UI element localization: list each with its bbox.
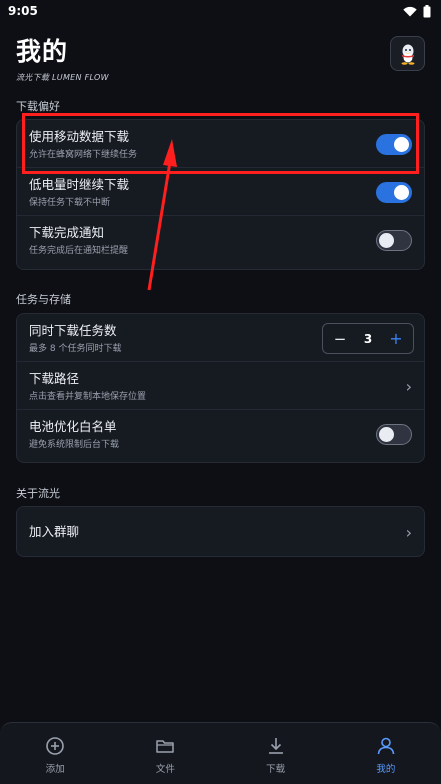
setting-title: 低电量时继续下载 [29, 177, 130, 192]
nav-label: 下载 [266, 764, 286, 775]
page-header: 我的 流光下载 LUMEN FLOW [16, 36, 425, 88]
setting-row-mobile-data[interactable]: 使用移动数据下载 允许在蜂窝网络下继续任务 [17, 120, 424, 168]
setting-row-low-battery[interactable]: 低电量时继续下载 保持任务下载不中断 [17, 168, 424, 216]
setting-title: 电池优化白名单 [29, 419, 117, 434]
nav-item-mine[interactable]: 我的 [331, 723, 441, 784]
setting-title: 下载完成通知 [29, 225, 105, 240]
wifi-icon [403, 6, 417, 16]
toggle-knob [394, 185, 409, 200]
nav-label: 添加 [45, 764, 65, 775]
plus-circle-icon [46, 737, 64, 755]
section-title-tasks-storage: 任务与存储 [16, 293, 71, 306]
setting-title: 加入群聊 [29, 524, 80, 539]
complete-notice-toggle[interactable] [376, 230, 412, 251]
setting-title: 使用移动数据下载 [29, 129, 130, 144]
section-title-about: 关于流光 [16, 487, 60, 500]
decrement-button[interactable]: − [333, 330, 347, 348]
toggle-knob [379, 233, 394, 248]
about-card: 加入群聊 › [16, 506, 425, 557]
section-title-download-prefs: 下载偏好 [16, 100, 60, 113]
download-icon [268, 738, 283, 754]
nav-item-add[interactable]: 添加 [0, 723, 110, 784]
page-subtitle: 流光下载 LUMEN FLOW [16, 73, 109, 82]
increment-button[interactable]: + [389, 329, 403, 348]
tasks-storage-card: 同时下载任务数 最多 8 个任务同时下载 − 3 + 下载路径 点击查看并复制本… [16, 313, 425, 463]
setting-title: 下载路径 [29, 371, 80, 386]
setting-row-concurrent: 同时下载任务数 最多 8 个任务同时下载 − 3 + [17, 314, 424, 362]
nav-label: 文件 [155, 764, 175, 775]
folder-icon [156, 740, 175, 753]
download-prefs-card: 使用移动数据下载 允许在蜂窝网络下继续任务 低电量时继续下载 保持任务下载不中断… [16, 119, 425, 270]
mobile-data-toggle[interactable] [376, 134, 412, 155]
stepper-value: 3 [363, 331, 373, 346]
setting-subtitle: 避免系统限制后台下载 [29, 440, 120, 450]
chevron-right-icon: › [405, 377, 412, 396]
setting-row-battery-whitelist[interactable]: 电池优化白名单 避免系统限制后台下载 [17, 410, 424, 458]
low-battery-toggle[interactable] [376, 182, 412, 203]
bottom-nav: 添加 文件 下载 我的 [0, 722, 441, 784]
user-icon [377, 737, 395, 755]
nav-label: 我的 [376, 764, 396, 775]
setting-row-complete-notice[interactable]: 下载完成通知 任务完成后在通知栏提醒 [17, 216, 424, 264]
nav-item-files[interactable]: 文件 [110, 723, 220, 784]
battery-icon [423, 4, 431, 17]
qq-button[interactable] [390, 36, 425, 71]
setting-row-join-group[interactable]: 加入群聊 › [17, 507, 424, 556]
battery-whitelist-toggle[interactable] [376, 424, 412, 445]
nav-item-downloads[interactable]: 下载 [221, 723, 331, 784]
toggle-knob [379, 427, 394, 442]
toggle-knob [394, 137, 409, 152]
setting-subtitle: 允许在蜂窝网络下继续任务 [29, 150, 138, 160]
setting-subtitle: 保持任务下载不中断 [29, 198, 111, 208]
setting-row-download-path[interactable]: 下载路径 点击查看并复制本地保存位置 › [17, 362, 424, 410]
concurrent-tasks-stepper: − 3 + [322, 323, 414, 354]
chevron-right-icon: › [405, 523, 412, 542]
qq-penguin-icon [401, 44, 414, 65]
setting-subtitle: 任务完成后在通知栏提醒 [29, 246, 129, 256]
setting-subtitle: 点击查看并复制本地保存位置 [29, 392, 147, 402]
status-icons [403, 4, 431, 18]
status-time: 9:05 [8, 4, 38, 18]
page-title: 我的 [16, 37, 69, 66]
status-bar: 9:05 [0, 0, 441, 22]
